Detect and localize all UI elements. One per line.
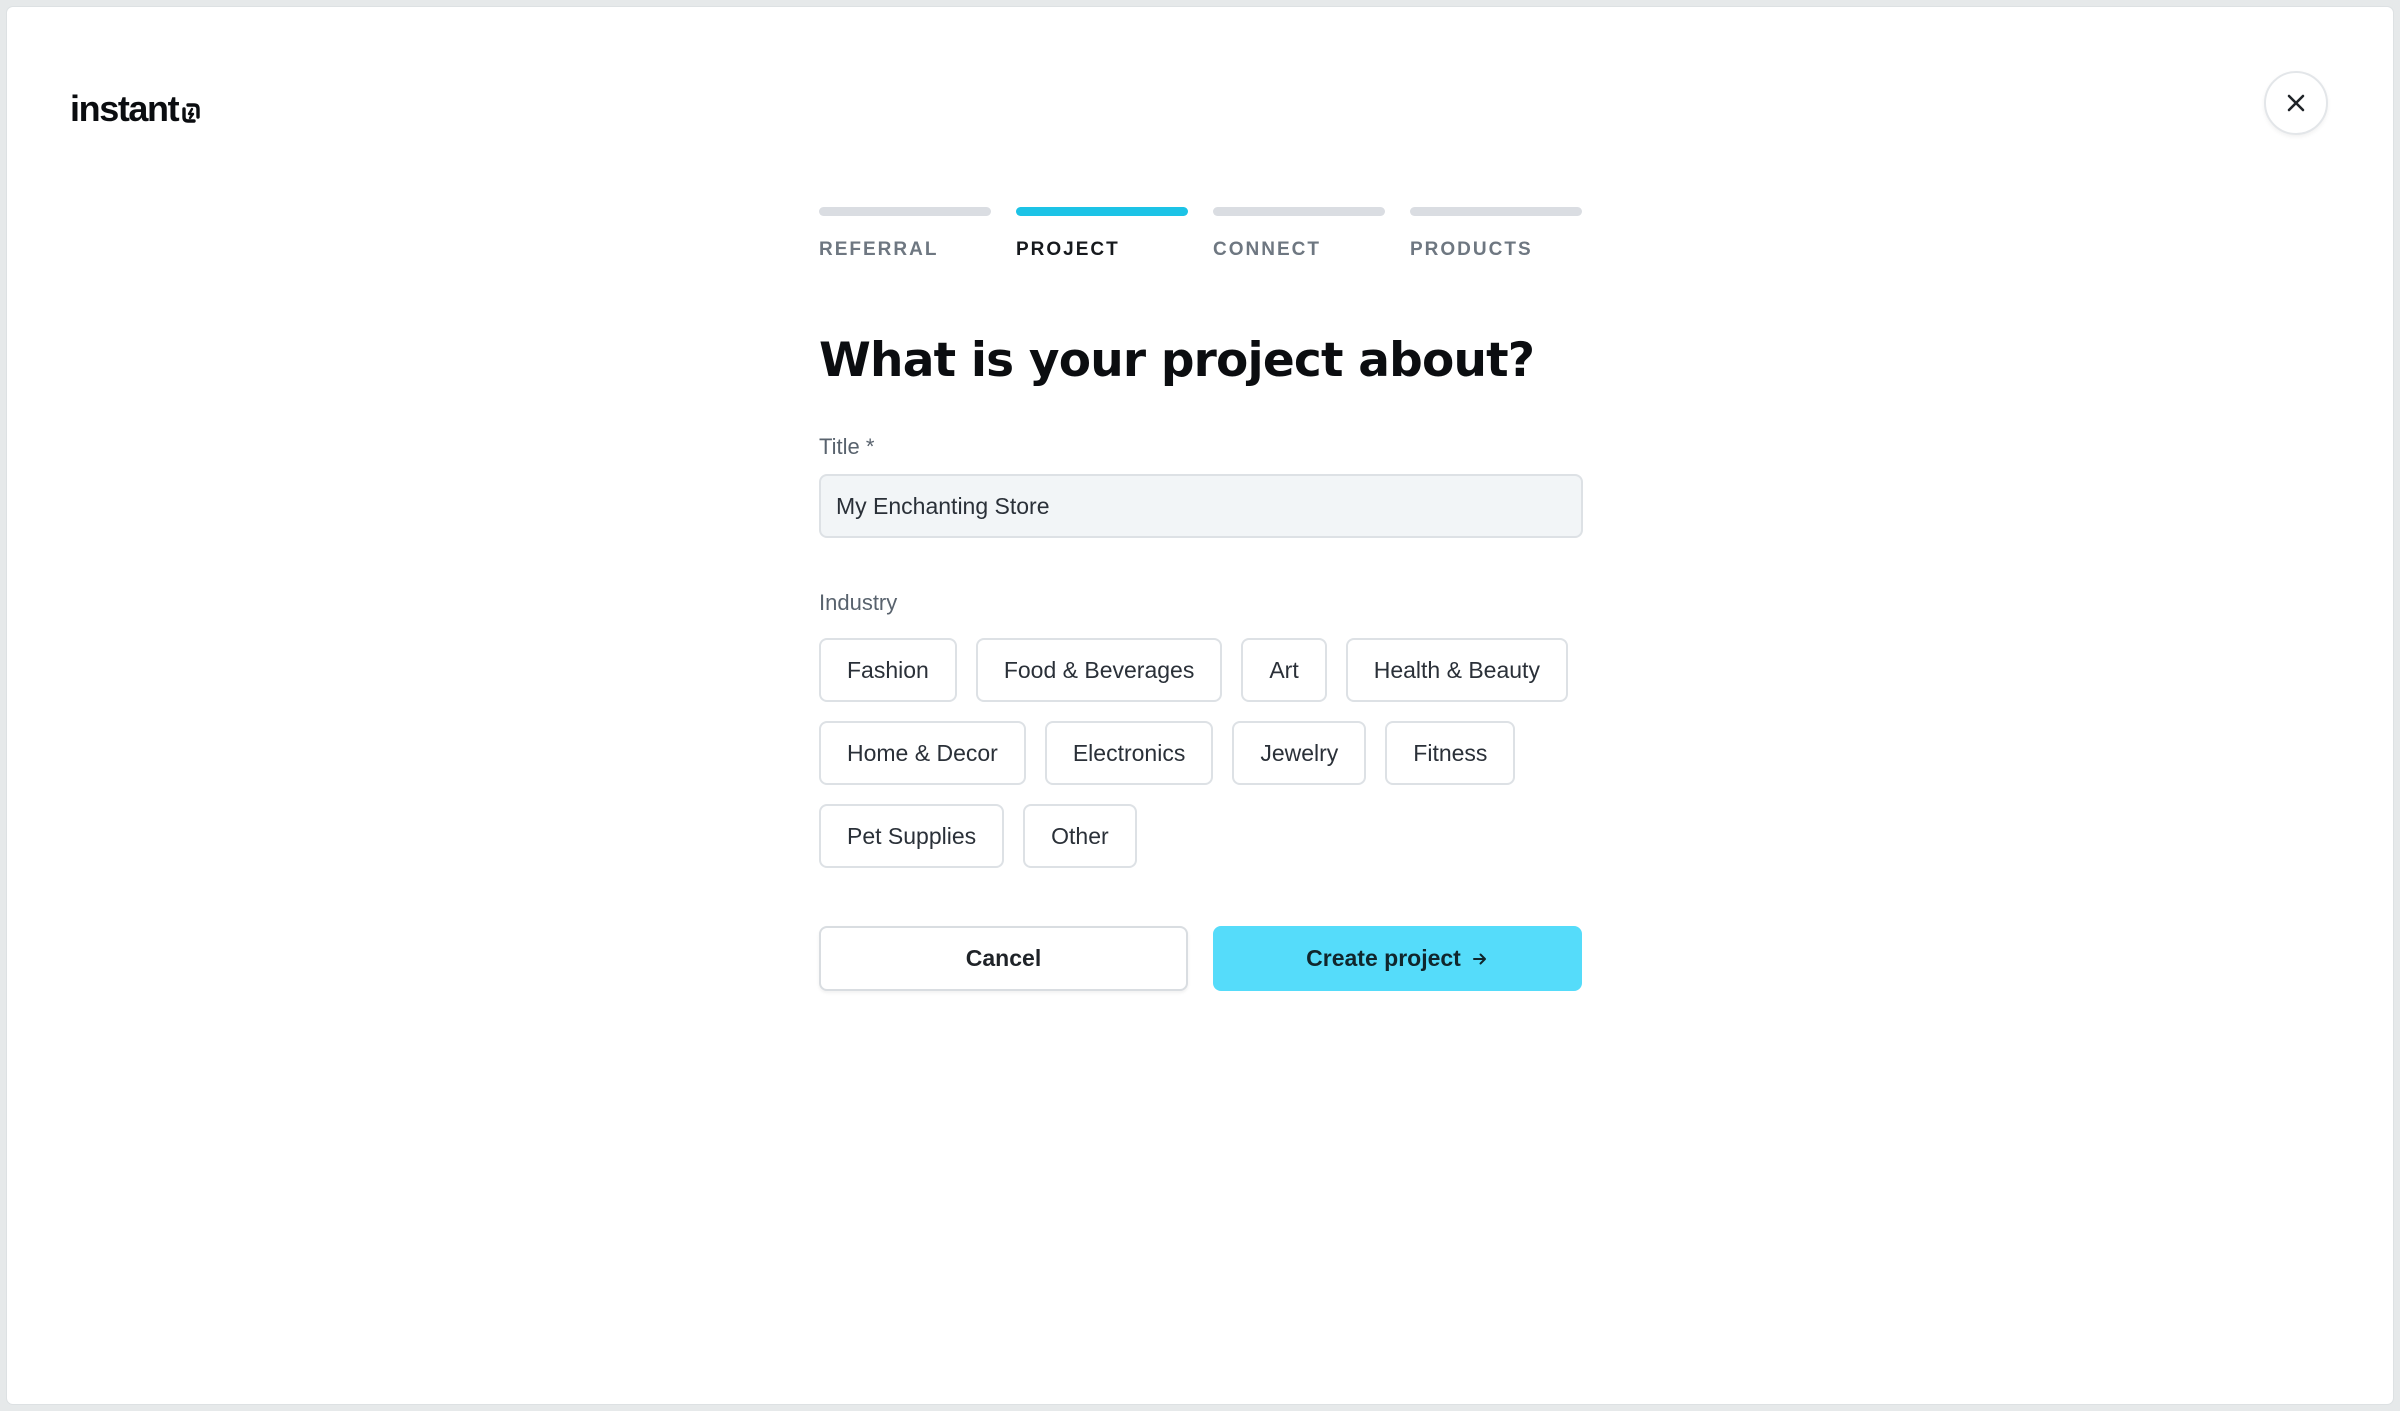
cancel-button[interactable]: Cancel xyxy=(819,926,1188,992)
page-title: What is your project about? xyxy=(819,333,1535,388)
step-label: CONNECT xyxy=(1213,239,1321,260)
create-project-button[interactable]: Create project xyxy=(1213,926,1582,992)
logo-text: instant xyxy=(70,88,180,129)
title-input[interactable] xyxy=(819,474,1583,539)
form-actions: Cancel Create project xyxy=(819,926,1583,992)
industry-chip-pet-supplies[interactable]: Pet Supplies xyxy=(819,804,1005,869)
close-icon xyxy=(2287,94,2305,112)
industry-chip-food-beverages[interactable]: Food & Beverages xyxy=(975,638,1223,703)
industry-chip-electronics[interactable]: Electronics xyxy=(1044,721,1214,786)
industry-chip-fashion[interactable]: Fashion xyxy=(819,638,957,703)
industry-row: Fashion Food & Beverages Art Health & Be… xyxy=(819,638,1583,703)
step-products: PRODUCTS xyxy=(1410,207,1582,261)
step-bar xyxy=(819,207,991,216)
create-project-button-label: Create project xyxy=(1306,945,1461,972)
industry-chip-fitness[interactable]: Fitness xyxy=(1385,721,1516,786)
instant-logo: instant xyxy=(70,87,201,131)
title-label: Title * xyxy=(819,434,875,460)
progress-steps: REFERRAL PROJECT CONNECT PRODUCTS xyxy=(819,207,1583,261)
industry-row: Home & Decor Electronics Jewelry Fitness xyxy=(819,721,1583,786)
industry-row: Pet Supplies Other xyxy=(819,804,1583,869)
industry-chip-home-decor[interactable]: Home & Decor xyxy=(819,721,1026,786)
industry-chip-jewelry[interactable]: Jewelry xyxy=(1232,721,1367,786)
step-label: PROJECT xyxy=(1016,239,1120,260)
industry-chip-other[interactable]: Other xyxy=(1023,804,1137,869)
step-bar xyxy=(1213,207,1385,216)
onboarding-modal: instant REFERRAL PROJECT CONNECT PRODUCT… xyxy=(7,7,2393,1404)
arrow-right-icon xyxy=(1471,950,1489,968)
step-bar xyxy=(1016,207,1188,216)
step-project: PROJECT xyxy=(1016,207,1188,261)
industry-chip-art[interactable]: Art xyxy=(1241,638,1327,703)
industry-label: Industry xyxy=(819,590,898,616)
cancel-button-label: Cancel xyxy=(965,945,1042,972)
logo-mark-icon xyxy=(182,103,200,123)
step-connect: CONNECT xyxy=(1213,207,1385,261)
industry-options: Fashion Food & Beverages Art Health & Be… xyxy=(819,638,1583,869)
step-label: REFERRAL xyxy=(819,239,939,260)
industry-chip-health-beauty[interactable]: Health & Beauty xyxy=(1345,638,1568,703)
close-button[interactable] xyxy=(2264,71,2328,135)
step-label: PRODUCTS xyxy=(1410,239,1533,260)
step-bar xyxy=(1410,207,1582,216)
step-referral: REFERRAL xyxy=(819,207,991,261)
project-step-content: REFERRAL PROJECT CONNECT PRODUCTS What i… xyxy=(819,207,1583,992)
